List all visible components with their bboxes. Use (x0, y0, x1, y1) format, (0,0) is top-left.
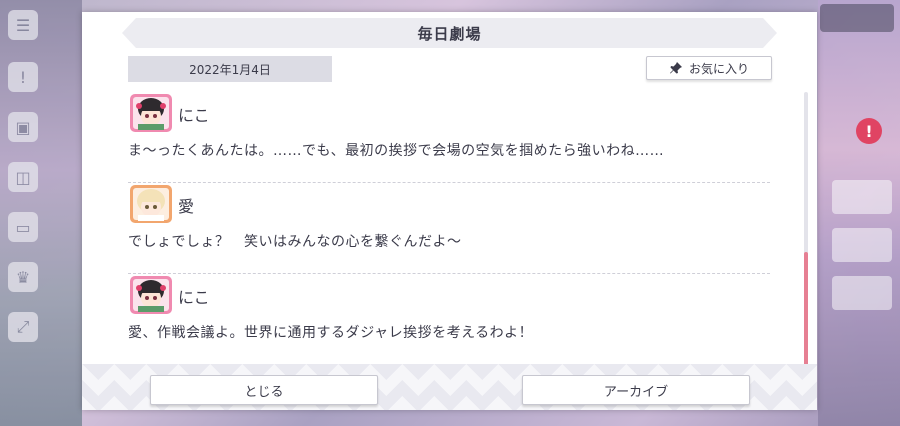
dialog-title: 毎日劇場 (122, 18, 777, 48)
nico-avatar (130, 94, 172, 132)
alert-badge-icon: ! (856, 118, 882, 144)
dialogue-entry: 愛 でしょでしょ？ 笑いはみんなの心を繋ぐんだよ〜 (128, 183, 770, 274)
background-sidebar: ☰ ! ▣ ◫ ▭ ♛ ⤢ (0, 0, 82, 426)
scrollbar[interactable] (804, 92, 808, 367)
archive-button[interactable]: アーカイブ (522, 375, 750, 405)
dialogue-text: ま〜ったくあんたは。……でも、最初の挨拶で会場の空気を掴めたら強いわね…… (128, 143, 665, 159)
expand-icon: ⤢ (8, 312, 38, 342)
background-right-panel (818, 0, 900, 426)
date-label: 2022年1月4日 (128, 56, 332, 82)
close-button[interactable]: とじる (150, 375, 378, 405)
gift-icon: ◫ (8, 162, 38, 192)
background-block (832, 180, 892, 214)
notice-icon: ! (8, 62, 38, 92)
daily-theater-dialog: 毎日劇場 2022年1月4日 お気に入り にこ ま〜ったくあんたは。……でも、最… (82, 12, 817, 410)
speaker-name: にこ (178, 106, 210, 125)
scrollbar-thumb[interactable] (804, 252, 808, 367)
dialog-footer: とじる アーカイブ (82, 364, 817, 410)
dialogue-text: 愛、作戦会議よ。世界に通用するダジャレ挨拶を考えるわよ！ (128, 325, 534, 341)
chat-icon: ▭ (8, 212, 38, 242)
background-block (832, 228, 892, 262)
dialogue-entry: にこ ま〜ったくあんたは。……でも、最初の挨拶で会場の空気を掴めたら強いわね…… (128, 92, 770, 183)
favorite-button[interactable]: お気に入り (646, 56, 772, 80)
background-currency-tag (820, 4, 894, 32)
trophy-icon: ♛ (8, 262, 38, 292)
favorite-label: お気に入り (688, 61, 749, 76)
present-icon: ▣ (8, 112, 38, 142)
dialogue-list[interactable]: にこ ま〜ったくあんたは。……でも、最初の挨拶で会場の空気を掴めたら強いわね……… (128, 92, 770, 365)
nico-avatar (130, 276, 172, 314)
pin-icon (669, 62, 682, 74)
speaker-name: にこ (178, 288, 210, 307)
menu-icon: ☰ (8, 10, 38, 40)
speaker-name: 愛 (178, 197, 195, 216)
background-block (832, 276, 892, 310)
ai-avatar (130, 185, 172, 223)
dialogue-text: でしょでしょ？ 笑いはみんなの心を繋ぐんだよ〜 (128, 234, 462, 250)
dialogue-entry: にこ 愛、作戦会議よ。世界に通用するダジャレ挨拶を考えるわよ！ (128, 274, 770, 365)
